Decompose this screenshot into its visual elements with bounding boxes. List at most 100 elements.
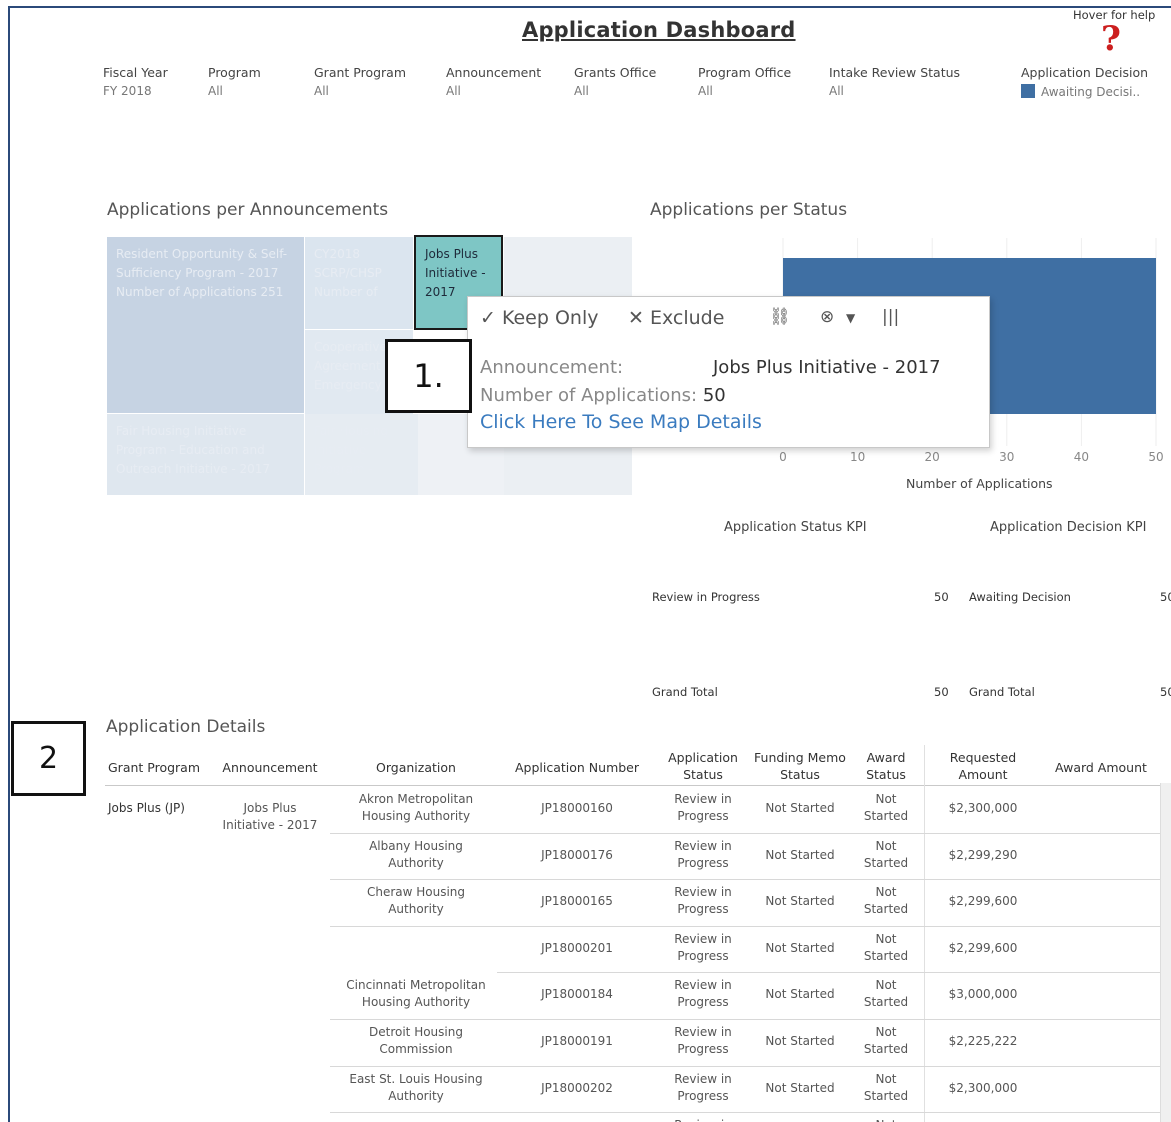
column-header-award-amount[interactable]: Award Amount (1046, 759, 1156, 776)
cell-organization: Cincinnati Metropolitan Housing Authorit… (346, 978, 486, 1010)
cell-award-status: Not Started (863, 838, 909, 870)
cell-requested-amount: $2,299,600 (948, 940, 1018, 955)
filter-announcement[interactable]: Announcement All (446, 65, 541, 98)
cell-requested-amount: $2,299,290 (948, 847, 1018, 862)
cell-award-status: Not Started (863, 978, 909, 1010)
cell-award-status: Not Started (863, 1071, 909, 1103)
map-details-link[interactable]: Click Here To See Map Details (480, 411, 762, 433)
treemap-cell-fhip-education[interactable]: Fair Housing Initiative Program - Educat… (107, 414, 304, 495)
cell-award-status: Not Started (863, 1025, 909, 1056)
column-header-application-number[interactable]: Application Number (506, 759, 648, 776)
keep-only-label: Keep Only (501, 307, 599, 329)
tooltip-announcement-label: Announcement: (480, 357, 624, 378)
cell-requested-amount: $3,000,000 (948, 987, 1018, 1002)
legend-swatch (1021, 84, 1035, 98)
cell-funding-memo-status: Not Started (765, 1080, 835, 1095)
status-grand-total-value: 50 (934, 685, 949, 699)
header-divider (105, 785, 1160, 786)
decision-grand-total-value: 50 (1160, 685, 1171, 699)
cell-requested-amount: $2,300,000 (948, 1080, 1018, 1095)
filter-label: Program (208, 65, 261, 80)
filter-value: Awaiting Decisi.. (1021, 84, 1148, 99)
column-header-application-status[interactable]: Application Status (664, 749, 742, 783)
x-icon: ✕ (628, 307, 644, 329)
filter-program-office[interactable]: Program Office All (698, 65, 791, 98)
status-kpi-value: 50 (934, 590, 949, 604)
treemap-cell-ross[interactable]: Resident Opportunity & Self-Sufficiency … (107, 237, 304, 413)
x-tick-label: 30 (999, 450, 1014, 464)
filter-program[interactable]: Program All (208, 65, 261, 98)
column-header-organization[interactable]: Organization (340, 759, 492, 776)
column-header-funding-memo-status[interactable]: Funding Memo Status (754, 749, 846, 783)
filter-value: All (314, 84, 329, 98)
cell-application-status: Review in Progress (674, 978, 732, 1010)
row-divider (330, 1019, 1160, 1020)
x-tick-label: 0 (779, 450, 787, 464)
cell-funding-memo-status: Not Started (765, 847, 835, 862)
cell-funding-memo-status: Not Started (765, 987, 835, 1002)
decision-kpi-value: 50 (1160, 590, 1171, 604)
row-divider (497, 972, 1160, 974)
cell-application-status: Review in (664, 1117, 742, 1122)
chevron-down-icon[interactable]: ▼ (846, 311, 855, 325)
filter-fiscal-year[interactable]: Fiscal Year FY 2018 (103, 65, 168, 98)
treemap-cell-fhip[interactable]: Fair Housing Initiative Program - (305, 414, 418, 495)
mark-tooltip: ✓ Keep Only ✕ Exclude ⛓ ⊗ ▼ ||| Announce… (467, 296, 990, 448)
check-icon: ✓ (480, 307, 496, 329)
cell-grant-program: Jobs Plus (JP) (108, 801, 185, 815)
cell-application-status: Review in Progress (674, 1025, 732, 1056)
cell-application-status: Review in Progress (674, 1071, 732, 1103)
filter-application-decision[interactable]: Application Decision Awaiting Decisi.. (1021, 65, 1148, 99)
cell-award-status: Not Started (863, 931, 909, 963)
status-grand-total-label: Grand Total (652, 685, 718, 699)
filter-value: All (446, 84, 461, 98)
help-question-icon[interactable]: ? (1101, 22, 1121, 56)
decision-grand-total-label: Grand Total (969, 685, 1035, 699)
treemap-title: Applications per Announcements (107, 200, 389, 220)
row-divider (330, 879, 1160, 881)
cell-award-status: Not (856, 1117, 916, 1122)
filter-grant-program[interactable]: Grant Program All (314, 65, 406, 98)
details-title: Application Details (106, 717, 266, 737)
keep-only-button[interactable]: ✓ Keep Only (480, 307, 598, 329)
group-icon[interactable]: ⊗ (820, 307, 834, 327)
filter-label: Announcement (446, 65, 542, 80)
filter-value: All (829, 84, 844, 98)
columns-icon[interactable]: ||| (882, 307, 899, 327)
cell-organization: Detroit Housing Commission (369, 1025, 463, 1056)
cell-application-status: Review in Progress (674, 885, 732, 917)
link-icon[interactable]: ⛓ (769, 307, 791, 327)
tooltip-count-row: Number of Applications: 50 (480, 385, 726, 406)
cell-application-number: JP18000184 (541, 987, 613, 1002)
filter-label: Fiscal Year (103, 65, 168, 80)
column-header-award-status[interactable]: Award Status (856, 749, 916, 783)
filter-grants-office[interactable]: Grants Office All (574, 65, 656, 98)
status-kpi-title: Application Status KPI (724, 520, 867, 535)
filter-label: Program Office (698, 65, 792, 80)
x-tick-label: 10 (850, 450, 865, 464)
table-scrollbar[interactable] (1160, 783, 1171, 1122)
callout-1: 1. (385, 339, 472, 413)
tooltip-toolbar: ✓ Keep Only ✕ Exclude ⛓ ⊗ ▼ ||| (480, 307, 979, 339)
x-axis-label: Number of Applications (906, 476, 1053, 491)
tooltip-count-value: 50 (702, 385, 726, 406)
row-divider (330, 832, 1160, 834)
cell-funding-memo-status: Not Started (765, 940, 835, 955)
column-header-requested-amount[interactable]: Requested Amount (940, 749, 1026, 783)
treemap-cell-cy2018[interactable]: CY2018 SCRP/CHSP Number of (305, 237, 413, 329)
filter-label: Grants Office (574, 65, 657, 80)
filter-value: All (208, 84, 223, 98)
exclude-label: Exclude (649, 307, 725, 329)
cell-application-number: JP18000160 (541, 801, 613, 815)
cell-funding-memo-status: Not Started (765, 801, 835, 815)
exclude-button[interactable]: ✕ Exclude (628, 307, 724, 329)
filter-value: All (698, 84, 713, 98)
cell-organization: Albany Housing Authority (369, 838, 463, 870)
column-header-announcement[interactable]: Announcement (218, 759, 322, 776)
filter-intake-review-status[interactable]: Intake Review Status All (829, 65, 960, 98)
filter-label: Grant Program (314, 65, 407, 80)
cell-organization: East St. Louis Housing Authority (349, 1071, 483, 1103)
cell-award-status: Not Started (863, 885, 909, 917)
tooltip-announcement-row: Announcement: Jobs Plus Initiative - 201… (480, 357, 941, 378)
column-header-grant-program[interactable]: Grant Program (108, 759, 204, 776)
